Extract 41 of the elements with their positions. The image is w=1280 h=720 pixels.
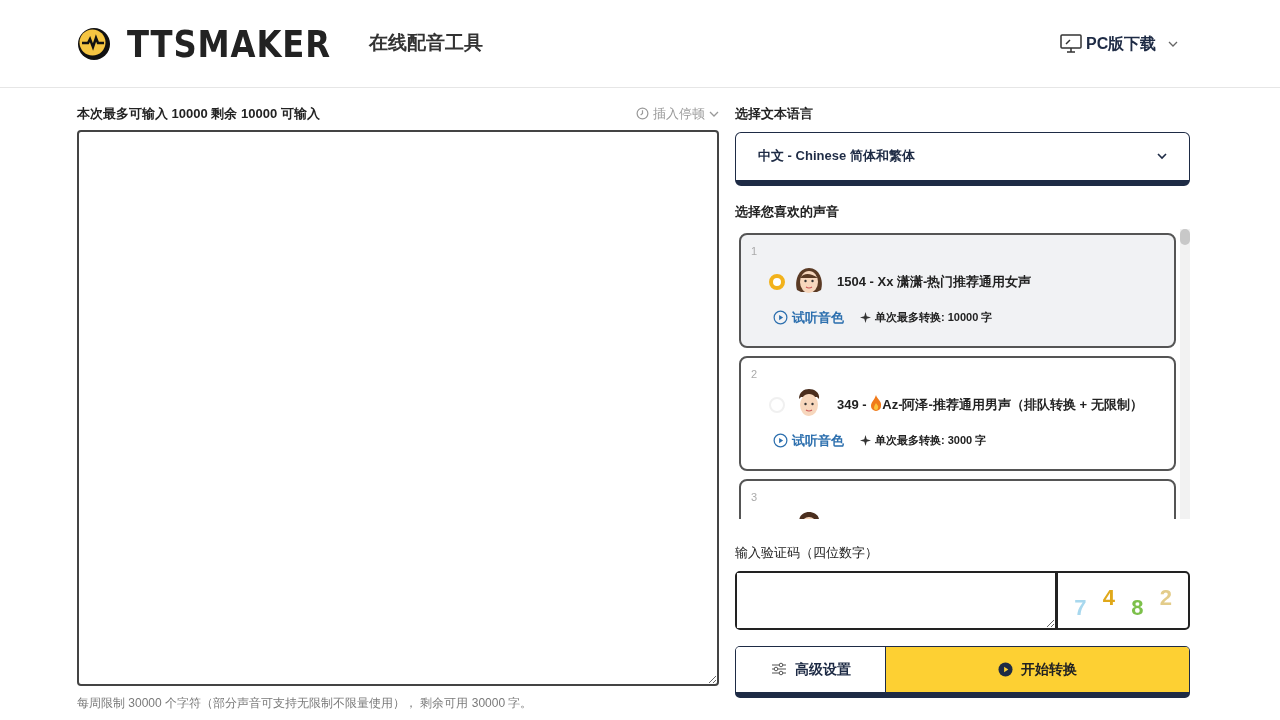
max-convert-text: 单次最多转换: 10000 字 [875, 310, 993, 325]
chevron-down-icon [1168, 39, 1179, 48]
preview-button[interactable]: 试听音色 [773, 307, 844, 327]
brand-logo: TTSMAKER [127, 24, 331, 63]
voice-label: 选择您喜欢的声音 [735, 202, 840, 221]
voice-card[interactable]: 2 349 - Az-阿泽-推荐通用男声（排队转换 + 无限制） 试听音色 单次最多转换: 3000 字 [739, 356, 1176, 471]
captcha-label: 输入验证码（四位数字） [735, 544, 879, 562]
monitor-icon [1060, 33, 1082, 54]
sliders-icon [770, 662, 787, 676]
captcha-digit: 4 [1102, 583, 1115, 612]
timer-icon [636, 107, 649, 121]
voice-number: 2 [751, 367, 759, 382]
chevron-down-icon [1157, 152, 1167, 160]
logo-icon [77, 26, 111, 61]
chevron-down-icon [709, 109, 719, 118]
play-icon [773, 432, 788, 448]
weekly-limit-note: 每周限制 30000 个字符（部分声音可支持无限制不限量使用）， 剩余可用 30000 字。 [77, 695, 534, 710]
language-select[interactable]: 中文 - Chinese 简体和繁体 [735, 131, 1190, 186]
language-label: 选择文本语言 [735, 105, 814, 123]
max-convert-text: 单次最多转换: 3000 字 [875, 433, 987, 448]
voice-number: 1 [751, 244, 759, 259]
captcha-digit: 7 [1074, 593, 1087, 622]
start-convert-button[interactable]: 开始转换 [886, 646, 1189, 692]
preview-button[interactable]: 试听音色 [773, 430, 844, 450]
voice-name: 349 - Az-阿泽-推荐通用男声（排队转换 + 无限制） [837, 394, 1143, 414]
play-icon [773, 309, 788, 325]
tagline: 在线配音工具 [369, 31, 483, 56]
text-input[interactable] [77, 129, 719, 686]
sparkle-icon [860, 434, 871, 446]
voice-number: 3 [751, 490, 759, 505]
download-menu[interactable]: PC版下载 [1060, 31, 1179, 56]
sparkle-icon [860, 311, 871, 323]
captcha-digit: 8 [1131, 593, 1144, 622]
radio-button[interactable] [769, 273, 785, 290]
voice-card[interactable]: 1 1504 - Xx 潇潇-热门推荐通用女声 试听音色 单次最多转换: 10000 字 [739, 233, 1176, 348]
captcha-digit: 2 [1159, 583, 1172, 612]
scrollbar[interactable] [1180, 229, 1190, 519]
advanced-settings-button[interactable]: 高级设置 [736, 646, 886, 692]
voice-name: 1504 - Xx 潇潇-热门推荐通用女声 [837, 272, 1032, 291]
limit-text: 本次最多可输入 10000 剩余 10000 可输入 [77, 105, 320, 123]
play-icon [998, 661, 1013, 677]
